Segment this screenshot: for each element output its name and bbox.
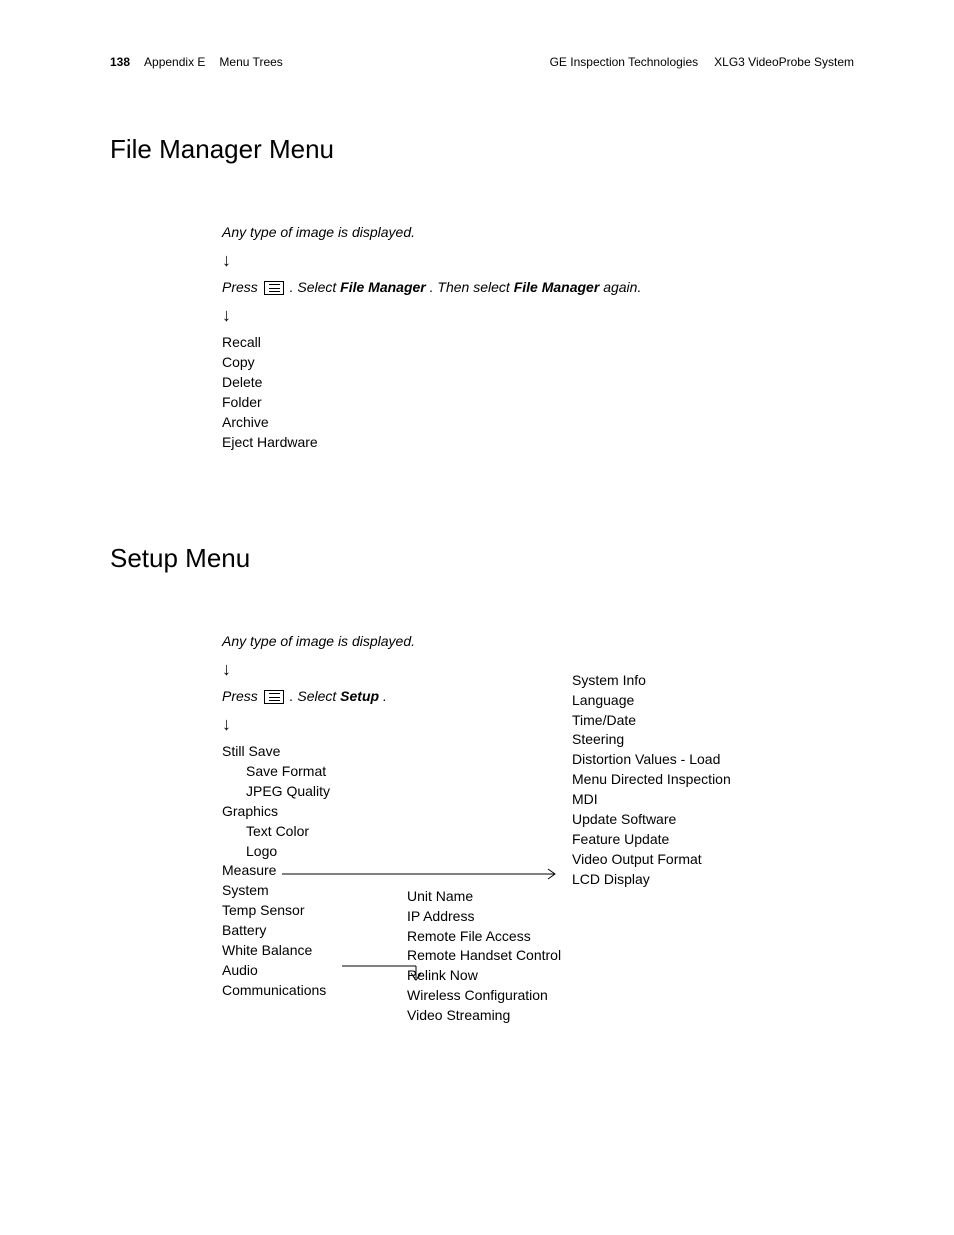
menu-subitem: Save Format bbox=[222, 762, 854, 781]
menu-item: Remote Handset Control bbox=[407, 946, 561, 965]
instruction-line: Any type of image is displayed. bbox=[222, 223, 854, 242]
instruction-line: Press . Select Setup . bbox=[222, 687, 854, 706]
menu-item: Archive bbox=[222, 413, 854, 432]
document-page: 138 Appendix E Menu Trees GE Inspection … bbox=[0, 0, 954, 1235]
menu-button-icon bbox=[264, 690, 284, 704]
arrow-down-icon: ↓ bbox=[222, 303, 854, 327]
menu-button-icon bbox=[264, 281, 284, 295]
menu-item: Video Output Format bbox=[572, 850, 731, 869]
menu-item: MDI bbox=[572, 790, 731, 809]
menu-subitem: Logo bbox=[222, 842, 854, 861]
menu-item: Time/Date bbox=[572, 711, 731, 730]
menu-item: Measure bbox=[222, 861, 854, 880]
menu-item: Eject Hardware bbox=[222, 433, 854, 452]
arrow-down-icon: ↓ bbox=[222, 657, 854, 681]
menu-item: Unit Name bbox=[407, 887, 561, 906]
menu-item: Language bbox=[572, 691, 731, 710]
menu-item: Graphics bbox=[222, 802, 854, 821]
section-title-file-manager: File Manager Menu bbox=[110, 134, 854, 165]
menu-item: Remote File Access bbox=[407, 927, 561, 946]
product-name: XLG3 VideoProbe System bbox=[714, 55, 854, 69]
header-left: 138 Appendix E Menu Trees bbox=[110, 55, 283, 69]
menu-item: Recall bbox=[222, 333, 854, 352]
menu-item: LCD Display bbox=[572, 870, 731, 889]
menu-item: System Info bbox=[572, 671, 731, 690]
header-right: GE Inspection Technologies XLG3 VideoPro… bbox=[550, 55, 854, 69]
menu-item: Menu Directed Inspection bbox=[572, 770, 731, 789]
appendix-label: Appendix E bbox=[144, 55, 205, 69]
communications-submenu: Unit Name IP Address Remote File Access … bbox=[407, 886, 561, 1026]
setup-block: Any type of image is displayed. ↓ Press … bbox=[222, 632, 854, 1000]
menu-item: Delete bbox=[222, 373, 854, 392]
system-submenu: System Info Language Time/Date Steering … bbox=[572, 670, 731, 890]
menu-subitem: JPEG Quality bbox=[222, 782, 854, 801]
arrow-down-icon: ↓ bbox=[222, 248, 854, 272]
text: . bbox=[383, 688, 387, 704]
text: Press bbox=[222, 279, 262, 295]
menu-item: Relink Now bbox=[407, 966, 561, 985]
text: . Then select bbox=[430, 279, 514, 295]
menu-item: Still Save bbox=[222, 742, 854, 761]
file-manager-block: Any type of image is displayed. ↓ Press … bbox=[222, 223, 854, 452]
instruction-line: Press . Select File Manager . Then selec… bbox=[222, 278, 854, 297]
instruction-line: Any type of image is displayed. bbox=[222, 632, 854, 651]
menu-item: Video Streaming bbox=[407, 1006, 561, 1025]
file-manager-menu-list: Recall Copy Delete Folder Archive Eject … bbox=[222, 333, 854, 451]
menu-item: Steering bbox=[572, 730, 731, 749]
menu-item: Copy bbox=[222, 353, 854, 372]
menu-item: Wireless Configuration bbox=[407, 986, 561, 1005]
section-title-setup: Setup Menu bbox=[110, 543, 854, 574]
menu-subitem: Text Color bbox=[222, 822, 854, 841]
menu-item: Folder bbox=[222, 393, 854, 412]
menu-item: Distortion Values - Load bbox=[572, 750, 731, 769]
page-header: 138 Appendix E Menu Trees GE Inspection … bbox=[110, 55, 854, 69]
text: again. bbox=[603, 279, 641, 295]
page-number: 138 bbox=[110, 55, 130, 69]
text: . Select bbox=[290, 279, 341, 295]
text: . Select bbox=[290, 688, 341, 704]
menu-item: IP Address bbox=[407, 907, 561, 926]
arrow-down-icon: ↓ bbox=[222, 712, 854, 736]
menu-item: Update Software bbox=[572, 810, 731, 829]
company-name: GE Inspection Technologies bbox=[550, 55, 699, 69]
bold-text: File Manager bbox=[340, 279, 426, 295]
text: Press bbox=[222, 688, 262, 704]
bold-text: Setup bbox=[340, 688, 379, 704]
bold-text: File Manager bbox=[514, 279, 600, 295]
menu-item: Feature Update bbox=[572, 830, 731, 849]
section-label: Menu Trees bbox=[219, 55, 282, 69]
